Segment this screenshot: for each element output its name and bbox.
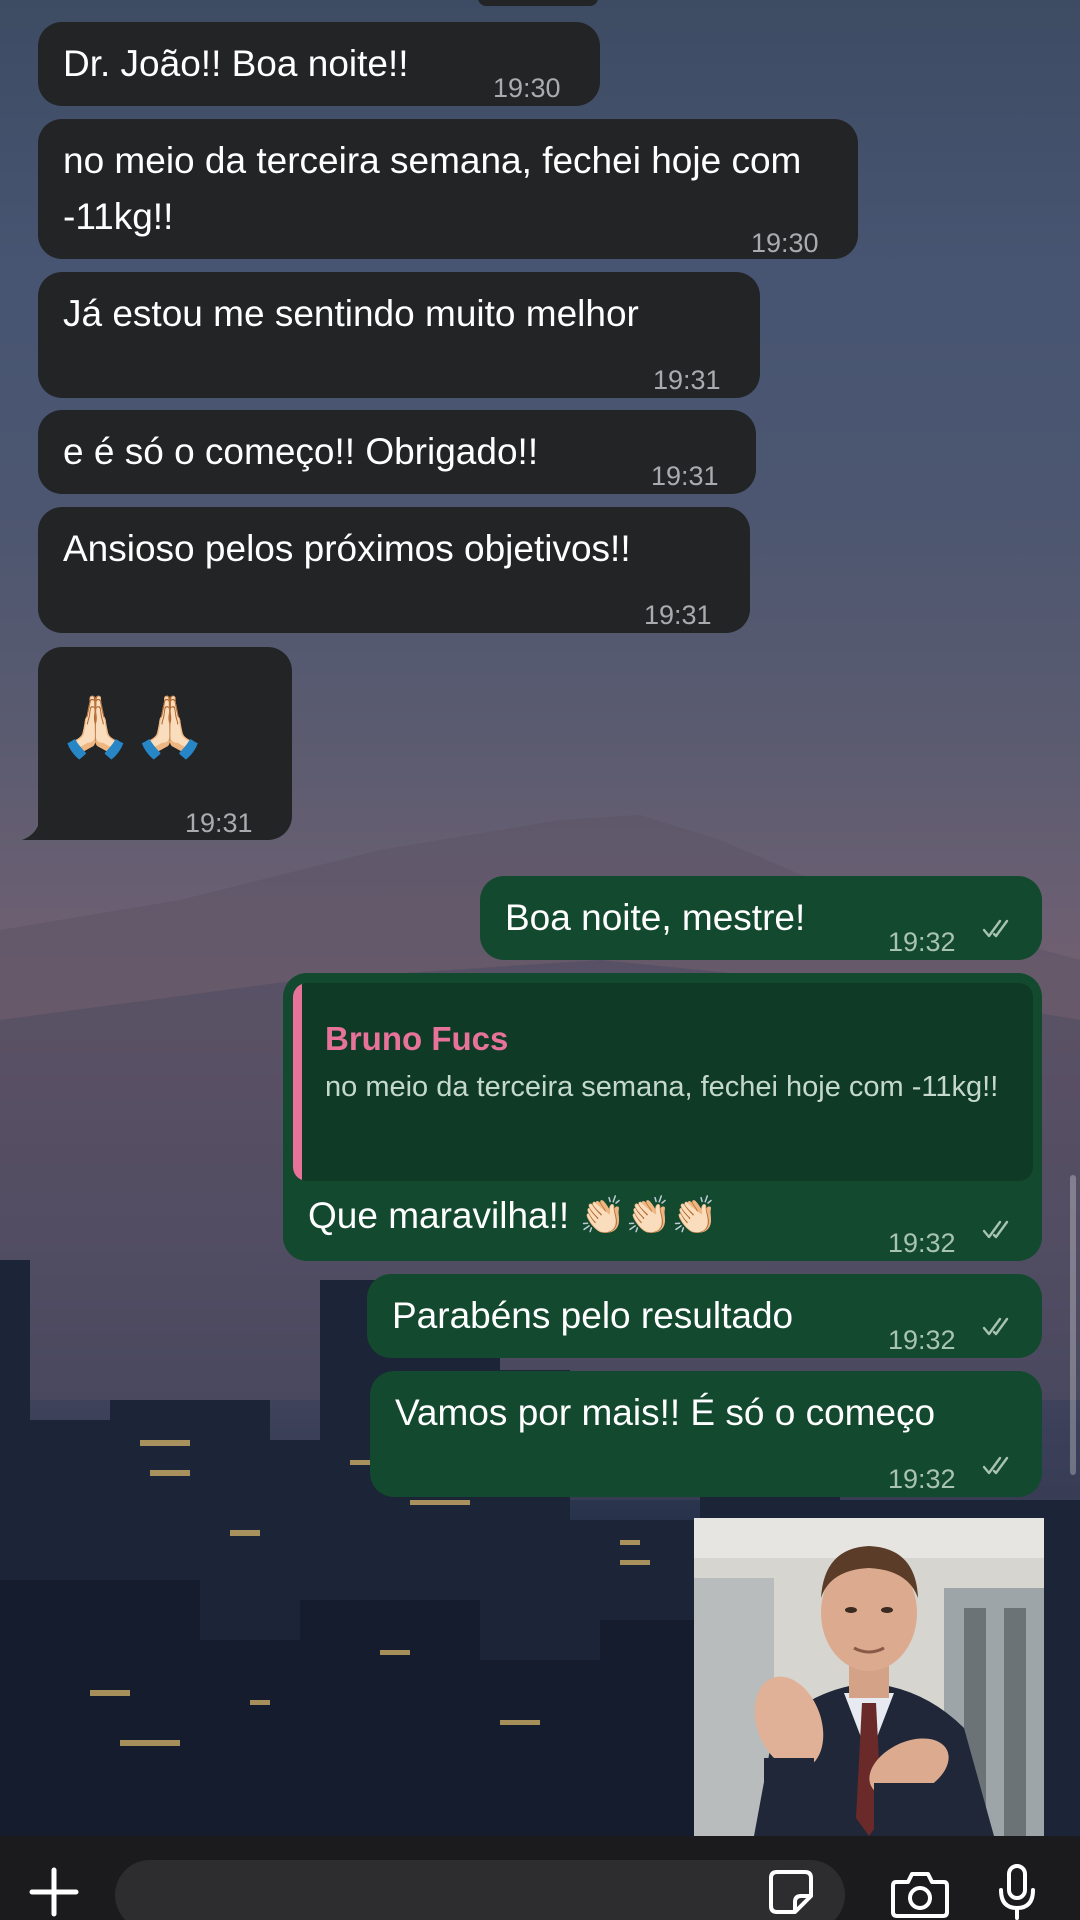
message-text: Dr. João!! Boa noite!! [63,43,409,84]
man-clapping-gif [694,1518,1044,1836]
message-incoming-3[interactable]: Já estou me sentindo muito melhor 19:31 [38,272,760,398]
message-text: e é só o começo!! Obrigado!! [63,431,539,472]
message-time: 19:32 [888,1464,956,1494]
read-receipt-icon [982,919,1009,938]
message-incoming-5[interactable]: Ansioso pelos próximos objetivos!! 19:31 [38,507,750,633]
message-incoming-1[interactable]: Dr. João!! Boa noite!! 19:30 [38,22,600,106]
quote-author: Bruno Fucs [325,1020,509,1057]
message-time: 19:32 [888,927,956,957]
quote-accent-bar [293,983,302,1181]
message-time: 19:31 [185,808,253,838]
sticker-icon[interactable] [765,1866,817,1918]
previous-bubble-edge [478,0,598,6]
message-outgoing-4[interactable]: Vamos por mais!! É só o começo 19:32 [370,1371,1042,1497]
message-time: 19:31 [651,461,719,491]
message-text: Boa noite, mestre! [505,897,806,938]
message-incoming-2[interactable]: no meio da terceira semana, fechei hoje … [38,119,858,259]
message-incoming-4[interactable]: e é só o começo!! Obrigado!! 19:31 [38,410,756,494]
plus-icon[interactable] [28,1866,80,1918]
message-time: 19:30 [493,73,561,103]
message-composer [0,1836,1080,1920]
message-text: no meio da terceira semana, fechei hoje … [63,140,802,237]
gif-message[interactable] [694,1518,1044,1836]
mic-icon[interactable] [997,1864,1037,1920]
message-time: 19:30 [751,228,819,258]
message-incoming-6[interactable]: 🙏🏻🙏🏻 19:31 [38,647,292,840]
message-text: Já estou me sentindo muito melhor [63,293,639,334]
message-text: Que maravilha!! 👏🏻👏🏻👏🏻 [308,1195,718,1236]
camera-icon[interactable] [890,1868,950,1918]
message-outgoing-reply[interactable]: Bruno Fucs no meio da terceira semana, f… [283,973,1042,1261]
message-outgoing-1[interactable]: Boa noite, mestre! 19:32 [480,876,1042,960]
message-text: Vamos por mais!! É só o começo [395,1392,936,1433]
quote-text: no meio da terceira semana, fechei hoje … [325,1071,999,1103]
message-input[interactable] [115,1860,845,1920]
message-text: Ansioso pelos próximos objetivos!! [63,528,631,569]
scrollbar[interactable] [1070,1175,1076,1475]
read-receipt-icon [982,1317,1009,1336]
read-receipt-icon [982,1456,1009,1475]
message-text: Parabéns pelo resultado [392,1295,794,1336]
message-emoji: 🙏🏻🙏🏻 [58,693,208,760]
message-time: 19:32 [888,1228,956,1258]
quoted-message[interactable]: Bruno Fucs no meio da terceira semana, f… [293,983,1033,1181]
read-receipt-icon [982,1220,1009,1239]
message-time: 19:31 [653,365,721,395]
message-time: 19:31 [644,600,712,630]
bubble-tail [22,818,52,840]
message-outgoing-3[interactable]: Parabéns pelo resultado 19:32 [367,1274,1042,1358]
message-time: 19:32 [888,1325,956,1355]
